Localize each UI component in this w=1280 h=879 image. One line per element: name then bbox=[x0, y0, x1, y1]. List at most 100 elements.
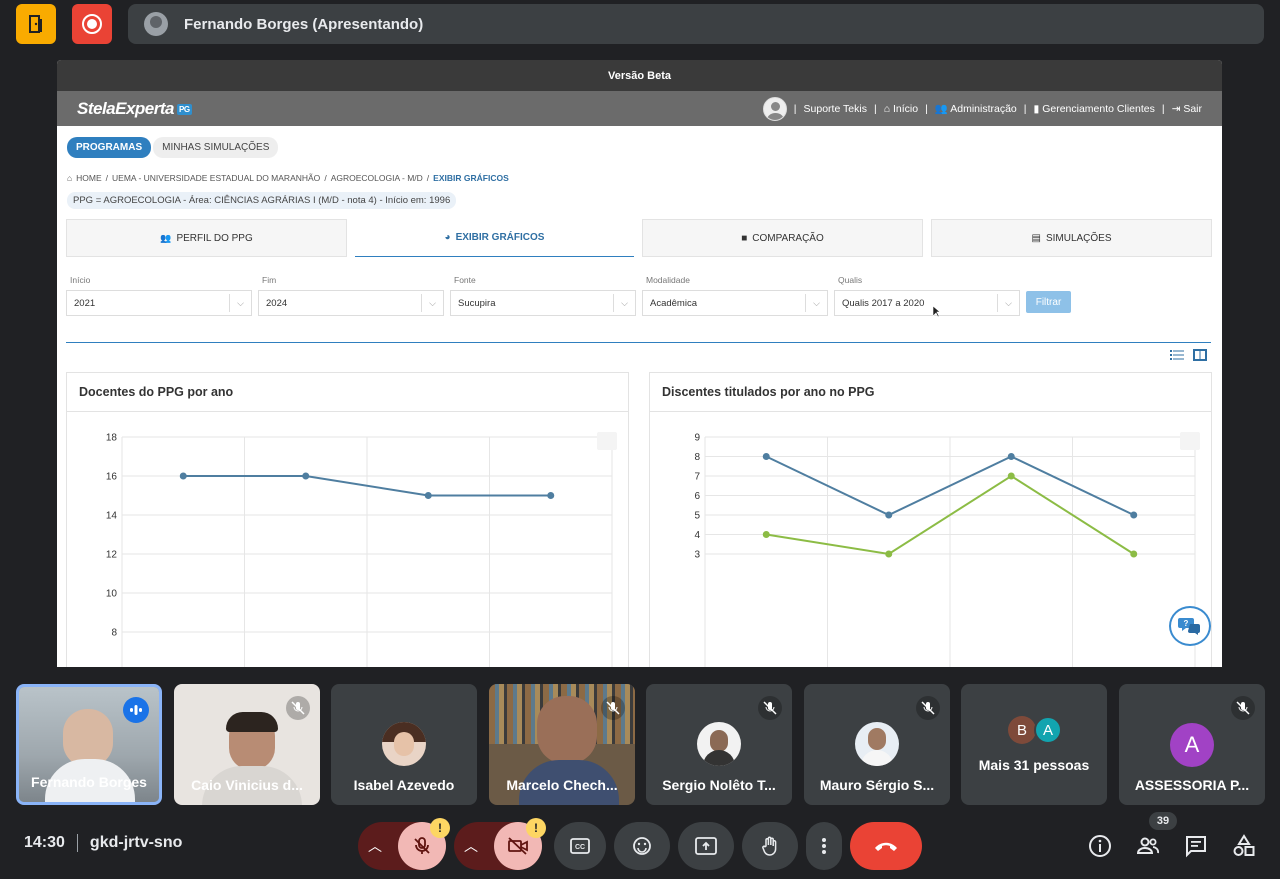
raise-hand-button[interactable] bbox=[742, 822, 798, 870]
avatar bbox=[382, 722, 426, 766]
participant-tile[interactable]: A ASSESSORIA P... bbox=[1119, 684, 1265, 805]
home-icon: ⌂ bbox=[67, 173, 73, 183]
user-avatar[interactable] bbox=[762, 96, 787, 121]
presenter-label: Fernando Borges (Apresentando) bbox=[184, 15, 424, 33]
door-icon-button[interactable] bbox=[16, 4, 56, 44]
nav-gerenciamento[interactable]: ▮ Gerenciamento Clientes bbox=[1034, 103, 1155, 115]
select-modalidade[interactable]: Acadêmica ⌵ bbox=[642, 290, 828, 316]
chart-title: Docentes do PPG por ano bbox=[67, 373, 628, 412]
select-inicio[interactable]: 2021 ⌵ bbox=[66, 290, 252, 316]
clock: 14:30 bbox=[24, 834, 65, 851]
chevron-down-icon: ⌵ bbox=[421, 294, 443, 312]
avatar: B bbox=[1008, 716, 1036, 744]
nav-inicio[interactable]: ⌂ Início bbox=[884, 103, 918, 115]
crumb-uema[interactable]: UEMA - UNIVERSIDADE ESTADUAL DO MARANHÃO bbox=[112, 173, 320, 183]
chart-menu-icon bbox=[597, 432, 617, 450]
y-tick-label: 4 bbox=[694, 530, 700, 541]
select-qualis[interactable]: Qualis 2017 a 2020 ⌵ bbox=[834, 290, 1020, 316]
participant-tile[interactable]: Caio Vinicius d... bbox=[174, 684, 320, 805]
presenter-banner[interactable]: Fernando Borges (Apresentando) bbox=[128, 4, 1264, 44]
participant-tile[interactable]: Isabel Azevedo bbox=[331, 684, 477, 805]
users-icon: 👥 bbox=[934, 103, 948, 115]
nav-administracao[interactable]: 👥 Administração bbox=[935, 102, 1017, 115]
captions-icon: CC bbox=[570, 838, 590, 854]
data-point bbox=[302, 472, 310, 480]
beta-banner: Versão Beta bbox=[57, 60, 1222, 91]
participant-tile[interactable]: Marcelo Chech... bbox=[489, 684, 635, 805]
chat-icon[interactable] bbox=[1184, 834, 1208, 863]
filter-label-fim: Fim bbox=[262, 275, 277, 285]
present-button[interactable] bbox=[678, 822, 734, 870]
camera-options-chevron-icon[interactable]: ︿ bbox=[464, 836, 478, 856]
select-fim[interactable]: 2024 ⌵ bbox=[258, 290, 444, 316]
list-view-icon[interactable] bbox=[1170, 349, 1184, 361]
meeting-code: gkd-jrtv-sno bbox=[89, 834, 183, 851]
meeting-info-icon[interactable] bbox=[1088, 834, 1112, 863]
crumb-program[interactable]: AGROECOLOGIA - M/D bbox=[331, 173, 423, 183]
data-point bbox=[885, 550, 893, 558]
participant-tile[interactable]: Sergio Nolêto T... bbox=[646, 684, 792, 805]
chevron-down-icon: ⌵ bbox=[997, 294, 1019, 312]
participant-tile[interactable]: Mauro Sérgio S... bbox=[804, 684, 950, 805]
y-tick-label: 14 bbox=[106, 511, 118, 522]
grid-view-icon[interactable] bbox=[1193, 349, 1207, 361]
warning-icon: ! bbox=[430, 818, 450, 838]
filter-label-inicio: Início bbox=[70, 275, 91, 285]
tab-exibir-graficos[interactable]: ◕ EXIBIR GRÁFICOS bbox=[355, 219, 634, 257]
chart-menu-icon bbox=[1180, 432, 1200, 450]
data-point bbox=[762, 531, 770, 538]
avatar: A bbox=[1034, 716, 1062, 744]
data-point bbox=[424, 492, 432, 499]
participant-name: Marcelo Chech... bbox=[506, 777, 618, 793]
data-point bbox=[547, 492, 555, 499]
data-point bbox=[1130, 550, 1138, 558]
app-logo[interactable]: StelaExperta PG bbox=[77, 99, 192, 119]
nav-suporte[interactable]: Suporte Tekis bbox=[804, 103, 867, 115]
y-tick-label: 8 bbox=[694, 452, 700, 463]
svg-text:?: ? bbox=[1184, 619, 1189, 628]
chevron-down-icon: ⌵ bbox=[805, 294, 827, 312]
people-icon[interactable] bbox=[1136, 834, 1160, 863]
select-fonte[interactable]: Sucupira ⌵ bbox=[450, 290, 636, 316]
more-vert-icon bbox=[822, 838, 826, 854]
muted-icon bbox=[286, 696, 310, 720]
captions-button[interactable]: CC bbox=[554, 822, 606, 870]
data-point bbox=[762, 453, 770, 460]
recording-button[interactable] bbox=[72, 4, 112, 44]
help-chat-button[interactable]: ? bbox=[1169, 606, 1211, 646]
nav-separator: | bbox=[1161, 102, 1165, 115]
filtrar-button[interactable]: Filtrar bbox=[1026, 291, 1071, 313]
more-options-button[interactable] bbox=[806, 822, 842, 870]
y-tick-label: 7 bbox=[694, 472, 700, 483]
participant-name: Sergio Nolêto T... bbox=[662, 777, 776, 793]
app-navbar: StelaExperta PG | Suporte Tekis | ⌂ Iníci… bbox=[57, 91, 1222, 126]
participant-tile[interactable]: Fernando Borges bbox=[16, 684, 162, 805]
emoji-button[interactable] bbox=[614, 822, 670, 870]
tab-comparacao[interactable]: ■ COMPARAÇÃO bbox=[642, 219, 923, 257]
nav-sair[interactable]: ⇥ Sair bbox=[1172, 103, 1202, 115]
logout-icon: ⇥ bbox=[1171, 102, 1181, 115]
nav-separator: | bbox=[1023, 102, 1027, 115]
leave-call-button[interactable] bbox=[850, 822, 922, 870]
data-point bbox=[1007, 472, 1015, 480]
crumb-separator: / bbox=[426, 173, 430, 183]
warning-icon: ! bbox=[526, 818, 546, 838]
y-tick-label: 16 bbox=[106, 472, 118, 483]
tab-simulacoes[interactable]: ▤ SIMULAÇÕES bbox=[931, 219, 1212, 257]
tab-perfil[interactable]: 👥 PERFIL DO PPG bbox=[66, 219, 347, 257]
pill-minhas-simulacoes[interactable]: MINHAS SIMULAÇÕES bbox=[153, 137, 279, 158]
data-point bbox=[1130, 511, 1138, 519]
participant-name: Fernando Borges bbox=[31, 774, 147, 790]
y-tick-label: 5 bbox=[694, 511, 700, 522]
data-point bbox=[885, 511, 893, 519]
mouse-cursor-icon bbox=[933, 306, 941, 318]
chevron-down-icon: ⌵ bbox=[613, 294, 635, 312]
y-tick-label: 10 bbox=[106, 589, 118, 600]
data-point bbox=[179, 472, 187, 480]
present-screen-icon bbox=[695, 837, 717, 855]
mic-options-chevron-icon[interactable]: ︿ bbox=[368, 836, 382, 856]
activities-icon[interactable] bbox=[1232, 834, 1256, 863]
crumb-home[interactable]: HOME bbox=[76, 173, 102, 183]
participant-tile-more[interactable]: B A Mais 31 pessoas bbox=[961, 684, 1107, 805]
pill-programas[interactable]: PROGRAMAS bbox=[67, 137, 152, 158]
